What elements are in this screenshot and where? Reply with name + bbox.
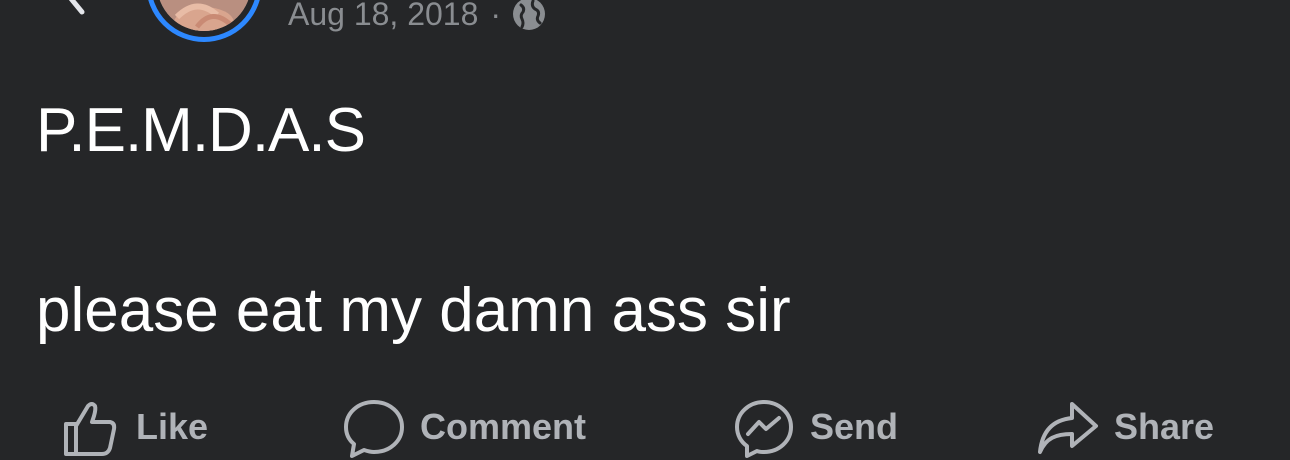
speech-bubble-icon	[344, 400, 404, 458]
send-label: Send	[810, 406, 899, 447]
globe-icon	[513, 0, 546, 30]
post-actions-bar: Like Comment Send Share	[0, 390, 1290, 458]
back-chevron-icon[interactable]	[52, 0, 102, 20]
post-text-line-1: P.E.M.D.A.S	[36, 96, 366, 165]
comment-label: Comment	[420, 406, 587, 447]
share-button[interactable]: Share	[1036, 390, 1215, 454]
meta-separator: ·	[490, 0, 502, 32]
send-button[interactable]: Send	[732, 390, 899, 458]
thumbs-up-icon	[64, 402, 117, 456]
share-arrow-icon	[1038, 402, 1098, 454]
post-meta: Aug 18, 2018 ·	[288, 0, 547, 34]
avatar-photo	[157, 0, 251, 31]
post-date[interactable]: Aug 18, 2018	[288, 0, 478, 33]
like-button[interactable]: Like	[58, 390, 209, 456]
comment-button[interactable]: Comment	[342, 390, 587, 458]
avatar[interactable]	[146, 0, 262, 42]
like-label: Like	[136, 406, 209, 447]
messenger-icon	[735, 400, 793, 458]
share-label: Share	[1114, 406, 1215, 447]
post-text-line-2: please eat my damn ass sir	[36, 276, 791, 345]
post-header: Aug 18, 2018 ·	[0, 0, 1290, 60]
